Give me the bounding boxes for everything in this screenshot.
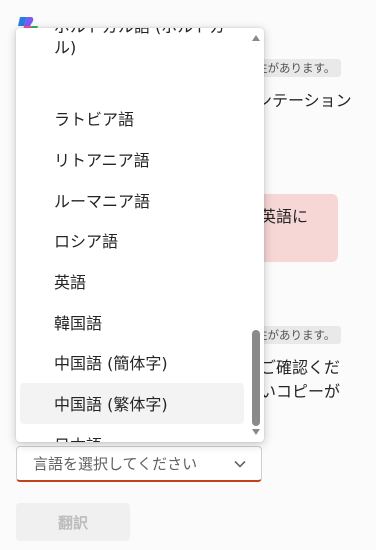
chevron-down-icon: [234, 460, 246, 468]
language-dropdown[interactable]: ポルトガル語 (ポルトガル) ラトビア語リトアニア語ルーマニア語ロシア語英語韓国語…: [16, 28, 264, 442]
language-option[interactable]: リトアニア語: [20, 139, 244, 180]
dropdown-scrollbar[interactable]: [248, 28, 264, 442]
language-select-placeholder: 言語を選択してください: [33, 455, 198, 473]
language-option-label: 韓国語: [54, 313, 103, 333]
language-select[interactable]: 言語を選択してください: [16, 446, 262, 482]
language-option-label: 英語: [54, 273, 87, 293]
language-option[interactable]: 韓国語: [20, 301, 244, 342]
translate-button[interactable]: 翻訳: [16, 503, 130, 541]
alert-text: 英語に: [260, 207, 309, 226]
language-option-label: 中国語 (簡体字): [54, 354, 168, 374]
language-option[interactable]: ロシア語: [20, 220, 244, 261]
language-option[interactable]: ポルトガル語 (ポルトガル): [20, 28, 244, 98]
language-option[interactable]: ラトビア語: [20, 98, 244, 139]
language-option[interactable]: 英語: [20, 261, 244, 302]
scroll-down-arrow-icon[interactable]: [251, 428, 261, 436]
background-text: ご確認くだ: [260, 358, 341, 377]
background-text: ンテーション: [256, 91, 352, 110]
scrollbar-thumb[interactable]: [252, 330, 260, 426]
language-option[interactable]: 中国語 (簡体字): [20, 342, 244, 383]
language-option-label: ロシア語: [54, 232, 119, 252]
language-option-list: ポルトガル語 (ポルトガル) ラトビア語リトアニア語ルーマニア語ロシア語英語韓国語…: [16, 28, 248, 442]
language-option[interactable]: ルーマニア語: [20, 179, 244, 220]
language-option-label: ラトビア語: [54, 110, 135, 130]
language-option-label: 日本語: [54, 432, 102, 442]
language-option[interactable]: 日本語: [20, 424, 244, 442]
scroll-up-arrow-icon[interactable]: [251, 34, 261, 42]
language-option-label: ポルトガル語 (ポルトガル): [54, 28, 225, 57]
language-option-label: ルーマニア語: [54, 191, 151, 211]
background-text: いコピーが: [260, 382, 341, 401]
language-option-label: 中国語 (繁体字): [54, 395, 168, 415]
language-option-label: リトアニア語: [54, 151, 150, 171]
language-option[interactable]: 中国語 (繁体字): [20, 382, 244, 424]
